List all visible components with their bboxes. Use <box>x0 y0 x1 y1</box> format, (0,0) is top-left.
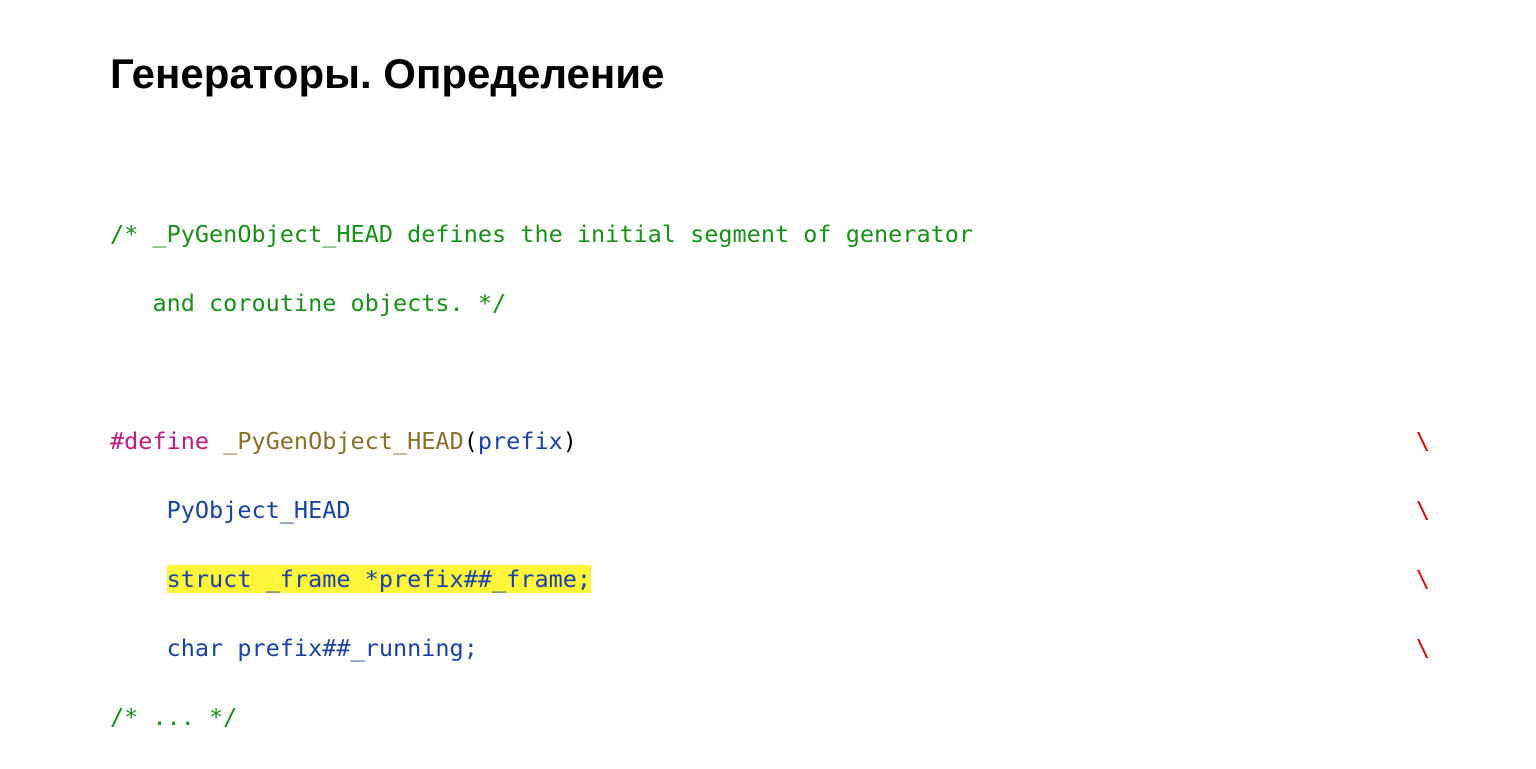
code-char-line: char prefix##_running; \ <box>110 631 1430 666</box>
code-pyobject-line: PyObject_HEAD \ <box>110 493 1430 528</box>
char-keyword: char <box>167 634 224 662</box>
code-define-line: #define _PyGenObject_HEAD(prefix) \ <box>110 424 1430 459</box>
comment-ellipsis: /* ... */ <box>110 703 237 731</box>
char-text: prefix##_running; <box>223 634 478 662</box>
line-continuation: \ <box>1416 631 1430 666</box>
struct-text: _frame *prefix##_frame; <box>251 565 591 593</box>
macro-name: _PyGenObject_HEAD <box>209 427 464 455</box>
comment-text: /* _PyGenObject_HEAD defines the initial… <box>110 220 973 248</box>
line-continuation: \ <box>1416 493 1430 528</box>
struct-keyword: struct <box>167 565 252 593</box>
define-directive: #define <box>110 427 209 455</box>
code-block: /* _PyGenObject_HEAD defines the initial… <box>110 182 1426 769</box>
code-blank-line <box>110 355 1426 390</box>
code-comment-line-2: and coroutine objects. */ <box>110 286 1426 321</box>
line-continuation: \ <box>1416 562 1430 597</box>
slide-title: Генераторы. Определение <box>110 50 1426 98</box>
indent <box>110 634 167 662</box>
code-comment-line-1: /* _PyGenObject_HEAD defines the initial… <box>110 217 1426 252</box>
paren-open: ( <box>464 427 478 455</box>
macro-param: prefix <box>478 427 563 455</box>
code-comment-end: /* ... */ <box>110 700 1426 735</box>
pyobject-head: PyObject_HEAD <box>110 496 351 524</box>
paren-close: ) <box>563 427 577 455</box>
line-continuation: \ <box>1416 424 1430 459</box>
comment-text: and coroutine objects. */ <box>110 289 506 317</box>
indent <box>110 565 167 593</box>
code-struct-line: struct _frame *prefix##_frame; \ <box>110 562 1430 597</box>
